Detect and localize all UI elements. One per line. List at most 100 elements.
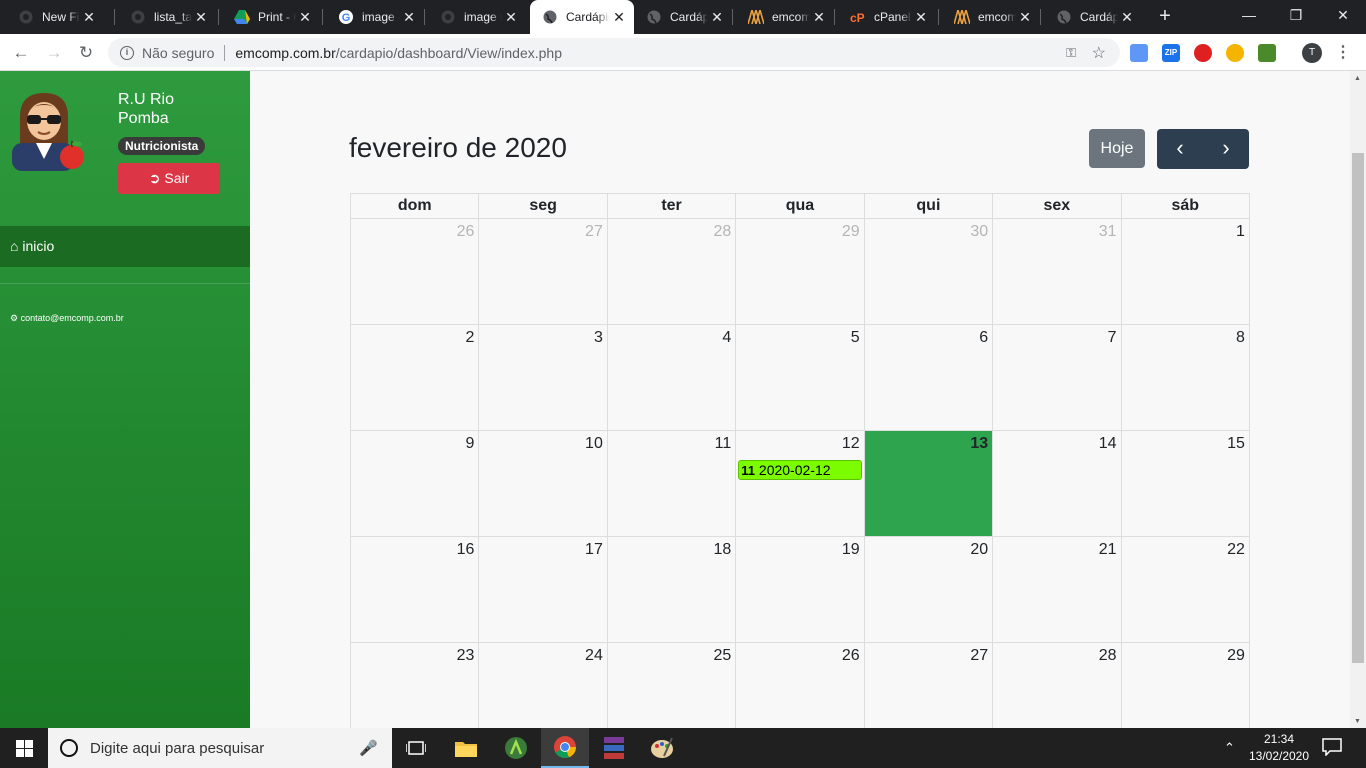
close-window-icon[interactable]: ✕ [1320,0,1366,34]
profile-avatar[interactable]: T [1302,43,1322,63]
calendar-day[interactable]: 4 [607,325,737,431]
close-tab-icon[interactable]: ✕ [80,9,98,26]
winrar-icon[interactable] [590,728,638,768]
calendar-day[interactable]: 21 [993,537,1122,643]
browser-tab[interactable]: cP cPanel ✕ [838,0,936,34]
calendar-day[interactable]: 9 [351,431,480,537]
calendar-day[interactable]: 14 [993,431,1122,537]
tab-separator [114,9,115,25]
color-picker-extension-icon[interactable] [1226,44,1244,62]
logout-button[interactable]: ➲ Sair [118,163,220,194]
android-studio-icon[interactable] [492,728,540,768]
menu-kebab-icon[interactable]: ⋮ [1335,42,1351,62]
close-tab-icon[interactable]: ✕ [810,9,828,26]
calendar-day[interactable]: 10 [479,431,608,537]
start-button[interactable] [0,728,48,768]
browser-tab[interactable]: Cardápio✕ [634,0,732,34]
zip-extension-icon[interactable]: ZIP [1162,44,1180,62]
day-number: 24 [585,647,603,664]
calendar-day[interactable]: 3 [479,325,608,431]
file-explorer-icon[interactable] [442,728,490,768]
restore-icon[interactable]: ❐ [1273,0,1319,34]
adblock-extension-icon[interactable] [1194,44,1212,62]
calendar-day[interactable]: 8 [1121,325,1250,431]
chrome-icon[interactable] [541,728,589,768]
browser-tab[interactable]: Cardápio✕ [530,0,634,34]
scrollbar-thumb[interactable] [1352,153,1364,663]
notification-icon[interactable] [1322,738,1342,756]
calendar-day[interactable]: 11 [607,431,737,537]
calendar-day[interactable]: 29 [736,219,865,325]
key-icon[interactable]: ⚿ [1066,45,1076,61]
calendar-day[interactable]: 1 [1121,219,1250,325]
microphone-icon[interactable]: 🎤 [359,739,378,757]
calendar-day[interactable]: 27 [479,219,608,325]
page-extension-icon[interactable] [1258,44,1276,62]
calendar-day[interactable]: 29 [1122,643,1250,728]
new-tab-button[interactable]: + [1154,5,1176,27]
close-tab-icon[interactable]: ✕ [400,9,418,26]
calendar-day[interactable]: 28 [607,219,737,325]
calendar-day[interactable]: 17 [479,537,608,643]
clock-time: 21:34 [1263,732,1295,746]
calendar-day[interactable]: 15 [1121,431,1250,537]
browser-tab[interactable]: emcomp✕ [942,0,1040,34]
close-tab-icon[interactable]: ✕ [1016,9,1034,26]
calendar-day[interactable]: 23 [351,643,480,728]
page-scrollbar[interactable]: ▲ ▼ [1350,71,1366,728]
close-tab-icon[interactable]: ✕ [502,9,520,26]
browser-tab[interactable]: emcomp✕ [736,0,834,34]
scroll-down-icon[interactable]: ▼ [1354,718,1361,725]
prev-month-button[interactable]: ‹ [1157,129,1203,169]
calendar-day[interactable]: 24 [479,643,608,728]
forward-icon[interactable]: → [41,40,67,66]
browser-tab[interactable]: image upload✕ [428,0,526,34]
info-icon[interactable]: i [120,45,134,60]
calendar-day[interactable]: 28 [993,643,1122,728]
calendar-day[interactable]: 30 [864,219,994,325]
browser-tab[interactable]: Print - Google Drive✕ [222,0,320,34]
taskbar-search[interactable]: Digite aqui para pesquisar 🎤 [48,728,392,768]
address-bar[interactable]: i Não seguro emcomp.com.br/cardapio/dash… [108,38,1120,67]
calendar-day[interactable]: 25 [608,643,737,728]
docs-extension-icon[interactable] [1130,44,1148,62]
close-tab-icon[interactable]: ✕ [708,9,726,26]
close-tab-icon[interactable]: ✕ [1118,9,1136,26]
calendar-day[interactable]: 12 11 2020-02-12 [736,431,865,537]
calendar-day[interactable]: 26 [351,219,480,325]
close-tab-icon[interactable]: ✕ [912,9,930,26]
sidebar-item-inicio[interactable]: ⌂ inicio [0,226,250,267]
calendar-day[interactable]: 5 [736,325,865,431]
calendar-day[interactable]: 20 [864,537,994,643]
calendar-day[interactable]: 6 [864,325,994,431]
task-view-icon[interactable] [392,728,440,768]
next-month-button[interactable]: › [1203,129,1249,169]
bookmark-star-icon[interactable]: ☆ [1092,43,1106,63]
calendar-day[interactable]: 7 [993,325,1122,431]
close-tab-icon[interactable]: ✕ [296,9,314,26]
back-icon[interactable]: ← [8,40,34,66]
calendar-day-today[interactable]: 13 [864,431,994,537]
tray-chevron-icon[interactable]: ⌃ [1224,728,1235,768]
calendar-day[interactable]: 18 [607,537,737,643]
browser-tab[interactable]: Cardápio✕ [1044,0,1142,34]
browser-tab[interactable]: New File✕ [6,0,104,34]
calendar-day[interactable]: 19 [736,537,865,643]
close-tab-icon[interactable]: ✕ [192,9,210,26]
calendar-day[interactable]: 16 [351,537,480,643]
minimize-icon[interactable]: — [1226,0,1272,34]
reload-icon[interactable]: ↻ [73,40,99,66]
scroll-up-icon[interactable]: ▲ [1354,75,1361,82]
calendar-day[interactable]: 2 [351,325,480,431]
calendar-day[interactable]: 27 [865,643,994,728]
close-tab-icon[interactable]: ✕ [610,9,628,26]
today-button[interactable]: Hoje [1089,129,1145,168]
paint-icon[interactable] [638,728,686,768]
calendar-event[interactable]: 11 2020-02-12 [738,460,862,480]
browser-tab[interactable]: lista_tarefas✕ [118,0,216,34]
calendar-day[interactable]: 31 [993,219,1122,325]
calendar-day[interactable]: 22 [1121,537,1250,643]
browser-tab[interactable]: Gimage - Google✕ [326,0,424,34]
calendar-day[interactable]: 26 [736,643,865,728]
taskbar-clock[interactable]: 21:34 13/02/2020 [1248,731,1310,765]
